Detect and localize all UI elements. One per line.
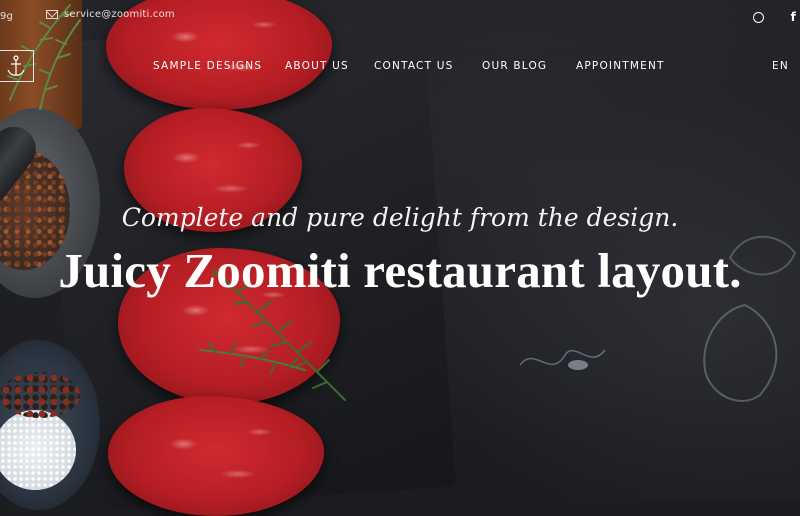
nav-item-sample-designs[interactable]: SAMPLE DESIGNS: [153, 60, 262, 72]
hero-tagline: Complete and pure delight from the desig…: [121, 203, 679, 232]
top-bar: 9g service@zoomiti.com f: [0, 0, 800, 36]
email-text: service@zoomiti.com: [64, 9, 175, 20]
language-switcher[interactable]: EN: [772, 60, 789, 72]
mail-icon: [46, 10, 58, 19]
nav-item-contact-us[interactable]: CONTACT US: [374, 60, 453, 72]
nav-item-about-us[interactable]: ABOUT US: [285, 60, 349, 72]
water-splash-image: [703, 303, 778, 402]
nav-item-our-blog[interactable]: OUR BLOG: [482, 60, 547, 72]
phone-number[interactable]: 9g: [0, 11, 13, 22]
facebook-icon[interactable]: f: [791, 10, 796, 24]
nav-item-appointment[interactable]: APPOINTMENT: [576, 60, 665, 72]
email-link[interactable]: service@zoomiti.com: [46, 9, 175, 20]
logo[interactable]: [0, 50, 34, 82]
dribbble-icon[interactable]: [753, 12, 764, 23]
hero-headline: Juicy Zoomiti restaurant layout.: [58, 243, 742, 298]
peppercorns-image: [0, 372, 80, 418]
steak-image: [108, 396, 324, 516]
anchor-icon: [7, 55, 25, 76]
water-splash-image: [519, 349, 606, 370]
